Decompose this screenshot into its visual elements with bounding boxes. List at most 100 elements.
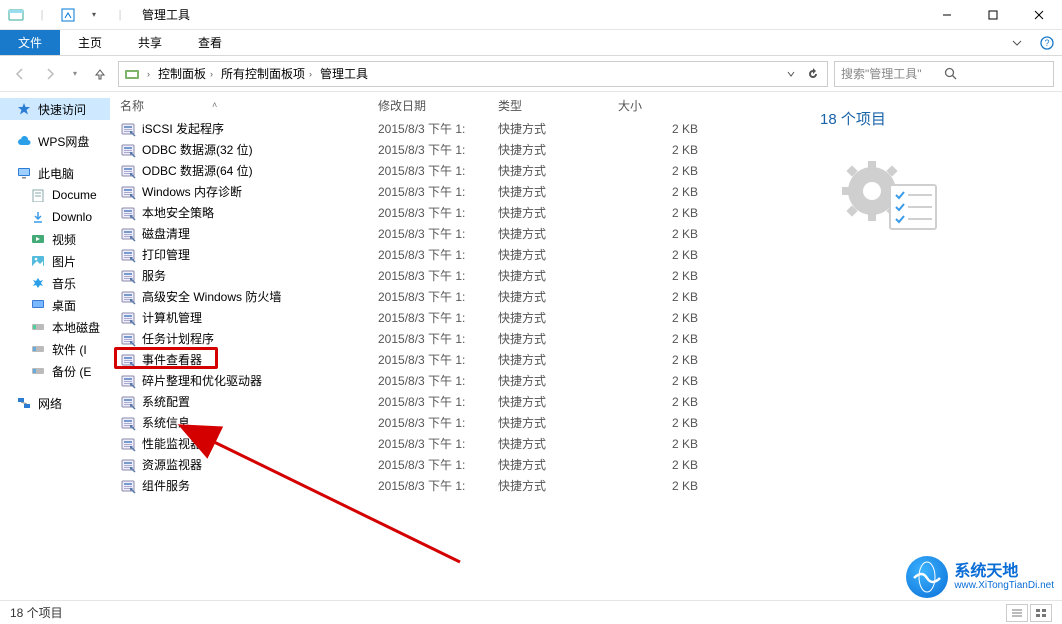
- maximize-button[interactable]: [970, 0, 1016, 30]
- back-button[interactable]: [8, 62, 32, 86]
- file-name: ODBC 数据源(32 位): [142, 141, 253, 158]
- file-name: 碎片整理和优化驱动器: [142, 372, 262, 389]
- file-date: 2015/8/3 下午 1:: [368, 225, 488, 242]
- up-button[interactable]: [88, 62, 112, 86]
- file-date: 2015/8/3 下午 1:: [368, 246, 488, 263]
- file-type: 快捷方式: [488, 393, 608, 410]
- table-row[interactable]: 系统配置2015/8/3 下午 1:快捷方式2 KB: [110, 391, 802, 412]
- column-headers: 名称˄ 修改日期 类型 大小: [110, 92, 802, 118]
- file-name: 本地安全策略: [142, 204, 214, 221]
- table-row[interactable]: ODBC 数据源(64 位)2015/8/3 下午 1:快捷方式2 KB: [110, 160, 802, 181]
- file-type: 快捷方式: [488, 435, 608, 452]
- ribbon-expand-icon[interactable]: [1002, 30, 1032, 55]
- table-row[interactable]: 碎片整理和优化驱动器2015/8/3 下午 1:快捷方式2 KB: [110, 370, 802, 391]
- crumb-1[interactable]: 所有控制面板项›: [219, 65, 316, 82]
- nav-label: 备份 (E: [52, 363, 91, 380]
- file-size: 2 KB: [608, 458, 728, 472]
- network-icon: [16, 395, 32, 411]
- window-title: 管理工具: [136, 6, 190, 23]
- nav-thispc-item[interactable]: 桌面: [0, 294, 110, 316]
- col-size[interactable]: 大小: [608, 97, 728, 114]
- file-size: 2 KB: [608, 353, 728, 367]
- table-row[interactable]: 系统信息2015/8/3 下午 1:快捷方式2 KB: [110, 412, 802, 433]
- file-date: 2015/8/3 下午 1:: [368, 141, 488, 158]
- table-row[interactable]: 高级安全 Windows 防火墙2015/8/3 下午 1:快捷方式2 KB: [110, 286, 802, 307]
- nav-bar: ▾ › 控制面板› 所有控制面板项› 管理工具 搜索"管理工具": [0, 56, 1062, 92]
- address-bar[interactable]: › 控制面板› 所有控制面板项› 管理工具: [118, 61, 828, 87]
- folder-icon: [30, 297, 46, 313]
- nav-thispc-item[interactable]: Downlo: [0, 206, 110, 228]
- nav-thispc-item[interactable]: 音乐: [0, 272, 110, 294]
- status-text: 18 个项目: [10, 604, 63, 621]
- table-row[interactable]: 计算机管理2015/8/3 下午 1:快捷方式2 KB: [110, 307, 802, 328]
- search-placeholder: 搜索"管理工具": [841, 65, 944, 82]
- nav-label: 网络: [38, 395, 62, 412]
- shortcut-icon: [120, 226, 136, 242]
- computer-icon: [16, 165, 32, 181]
- file-type: 快捷方式: [488, 225, 608, 242]
- file-type: 快捷方式: [488, 120, 608, 137]
- forward-button[interactable]: [38, 62, 62, 86]
- address-dropdown-icon[interactable]: [781, 63, 801, 85]
- col-type[interactable]: 类型: [488, 97, 608, 114]
- search-icon[interactable]: [944, 67, 1047, 80]
- minimize-button[interactable]: [924, 0, 970, 30]
- star-icon: [16, 101, 32, 117]
- table-row[interactable]: ODBC 数据源(32 位)2015/8/3 下午 1:快捷方式2 KB: [110, 139, 802, 160]
- table-row[interactable]: 打印管理2015/8/3 下午 1:快捷方式2 KB: [110, 244, 802, 265]
- file-list[interactable]: 名称˄ 修改日期 类型 大小 iSCSI 发起程序2015/8/3 下午 1:快…: [110, 92, 802, 600]
- crumb-sep-root[interactable]: ›: [143, 69, 154, 79]
- help-button[interactable]: ?: [1032, 30, 1062, 55]
- table-row[interactable]: Windows 内存诊断2015/8/3 下午 1:快捷方式2 KB: [110, 181, 802, 202]
- recent-dropdown[interactable]: ▾: [68, 62, 82, 86]
- qat-dropdown-icon[interactable]: ▾: [84, 5, 104, 25]
- tab-view[interactable]: 查看: [180, 30, 240, 55]
- col-date[interactable]: 修改日期: [368, 97, 488, 114]
- search-box[interactable]: 搜索"管理工具": [834, 61, 1054, 87]
- nav-wps[interactable]: WPS网盘: [0, 130, 110, 152]
- nav-thispc-item[interactable]: 图片: [0, 250, 110, 272]
- table-row[interactable]: 磁盘清理2015/8/3 下午 1:快捷方式2 KB: [110, 223, 802, 244]
- nav-thispc-item[interactable]: 软件 (I: [0, 338, 110, 360]
- shortcut-icon: [120, 415, 136, 431]
- refresh-icon[interactable]: [803, 63, 823, 85]
- crumb-0[interactable]: 控制面板›: [156, 65, 217, 82]
- table-row[interactable]: 服务2015/8/3 下午 1:快捷方式2 KB: [110, 265, 802, 286]
- file-name: 计算机管理: [142, 309, 202, 326]
- file-type: 快捷方式: [488, 246, 608, 263]
- properties-icon[interactable]: [58, 5, 78, 25]
- file-date: 2015/8/3 下午 1:: [368, 414, 488, 431]
- table-row[interactable]: 本地安全策略2015/8/3 下午 1:快捷方式2 KB: [110, 202, 802, 223]
- table-row[interactable]: 资源监视器2015/8/3 下午 1:快捷方式2 KB: [110, 454, 802, 475]
- app-icon[interactable]: [6, 5, 26, 25]
- tab-share[interactable]: 共享: [120, 30, 180, 55]
- table-row[interactable]: 任务计划程序2015/8/3 下午 1:快捷方式2 KB: [110, 328, 802, 349]
- nav-thispc-item[interactable]: 本地磁盘: [0, 316, 110, 338]
- file-tab[interactable]: 文件: [0, 30, 60, 55]
- nav-quick-access[interactable]: 快速访问: [0, 98, 110, 120]
- nav-thispc[interactable]: 此电脑: [0, 162, 110, 184]
- view-large-icon[interactable]: [1030, 604, 1052, 622]
- nav-network[interactable]: 网络: [0, 392, 110, 414]
- col-name[interactable]: 名称˄: [110, 97, 368, 114]
- file-date: 2015/8/3 下午 1:: [368, 183, 488, 200]
- nav-label: Downlo: [52, 210, 92, 224]
- nav-thispc-item[interactable]: 视频: [0, 228, 110, 250]
- file-date: 2015/8/3 下午 1:: [368, 267, 488, 284]
- title-bar: | ▾ | 管理工具: [0, 0, 1062, 30]
- table-row[interactable]: iSCSI 发起程序2015/8/3 下午 1:快捷方式2 KB: [110, 118, 802, 139]
- crumb-2[interactable]: 管理工具: [318, 65, 370, 82]
- nav-thispc-item[interactable]: Docume: [0, 184, 110, 206]
- folder-icon: [30, 253, 46, 269]
- file-name: 性能监视器: [142, 435, 202, 452]
- table-row[interactable]: 性能监视器2015/8/3 下午 1:快捷方式2 KB: [110, 433, 802, 454]
- nav-thispc-item[interactable]: 备份 (E: [0, 360, 110, 382]
- nav-pane[interactable]: 快速访问 WPS网盘 此电脑 Docume Downlo 视频图片音乐桌面本地磁盘软…: [0, 92, 110, 600]
- table-row[interactable]: 事件查看器2015/8/3 下午 1:快捷方式2 KB: [110, 349, 802, 370]
- tab-home[interactable]: 主页: [60, 30, 120, 55]
- view-details-icon[interactable]: [1006, 604, 1028, 622]
- table-row[interactable]: 组件服务2015/8/3 下午 1:快捷方式2 KB: [110, 475, 802, 496]
- file-date: 2015/8/3 下午 1:: [368, 393, 488, 410]
- file-date: 2015/8/3 下午 1:: [368, 309, 488, 326]
- close-button[interactable]: [1016, 0, 1062, 30]
